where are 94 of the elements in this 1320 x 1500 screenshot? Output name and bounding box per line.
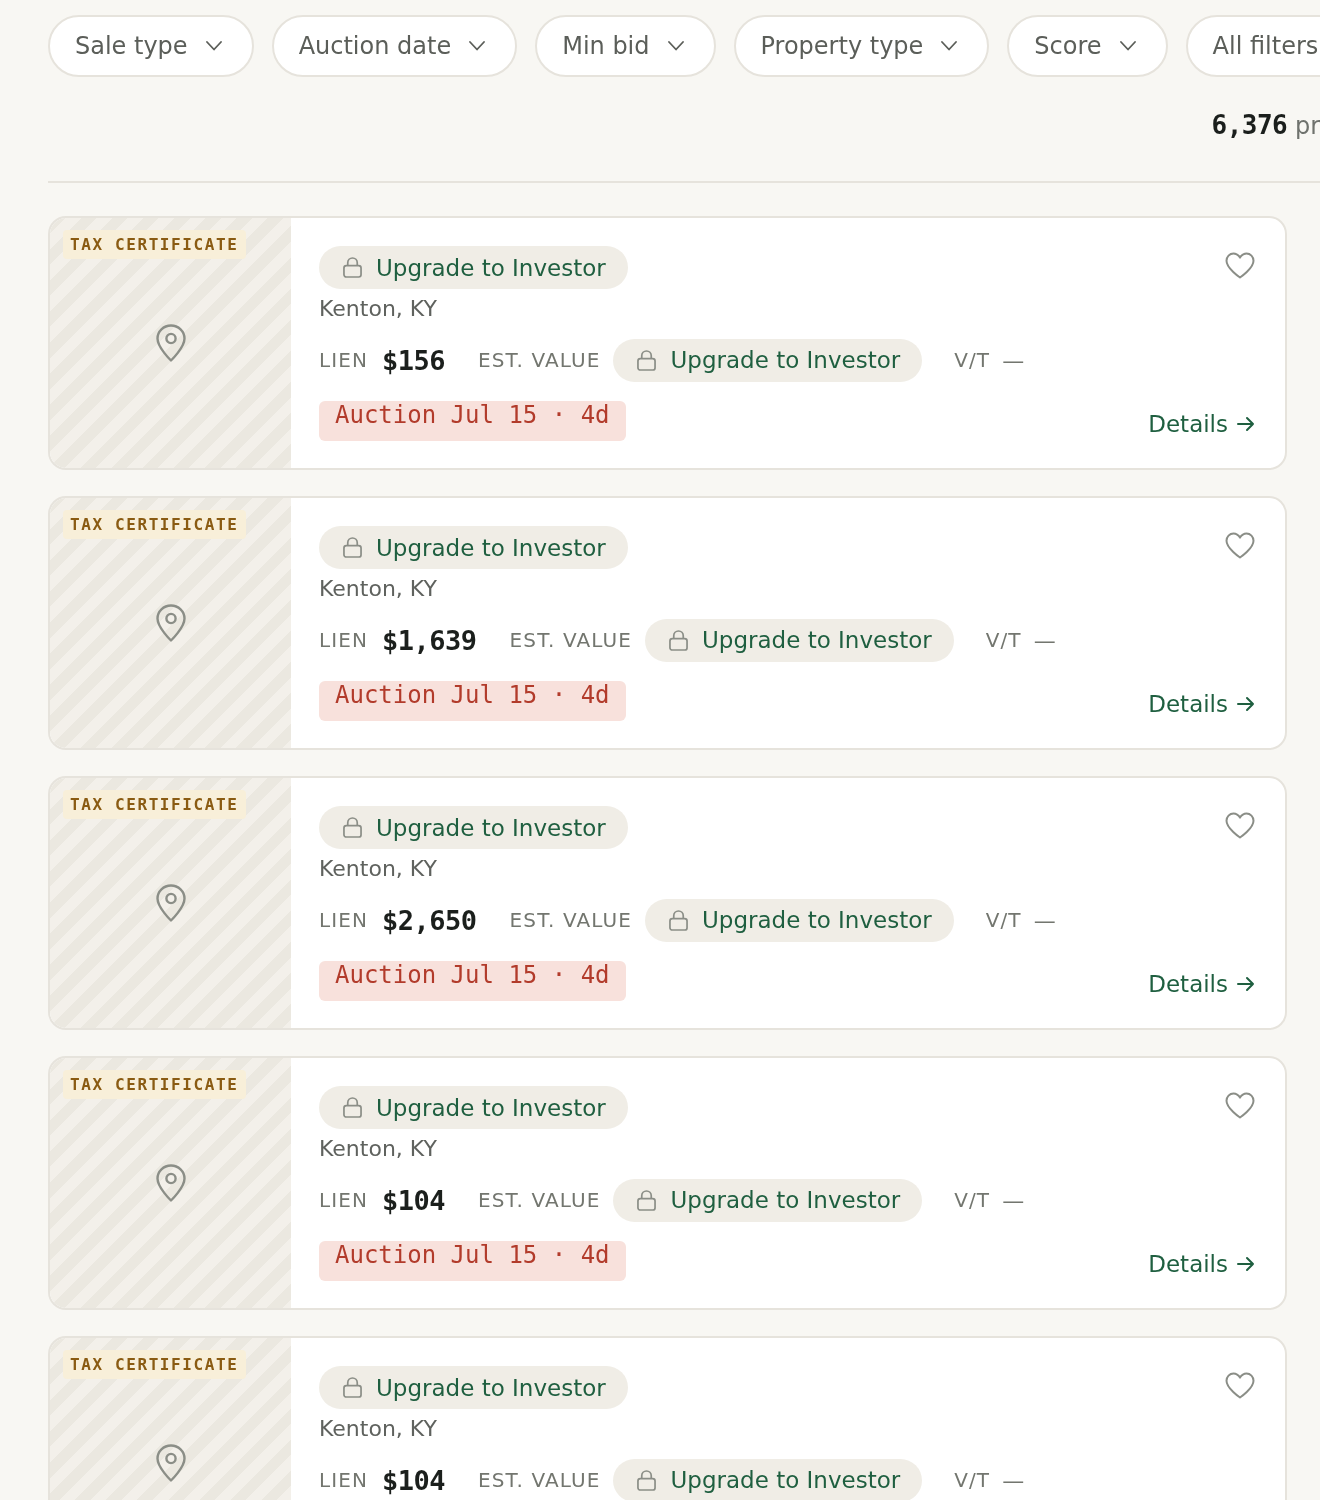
upgrade-button[interactable]: Upgrade to Investor — [613, 1178, 923, 1222]
vt-label: V/T — [985, 908, 1022, 932]
map-pin-icon — [155, 604, 186, 642]
arrow-right-icon — [1237, 976, 1255, 992]
arrow-right-icon — [1237, 696, 1255, 712]
lock-icon — [343, 817, 362, 838]
heart-icon — [1225, 532, 1255, 559]
sale-type-badge: TAX CERTIFICATE — [63, 1350, 246, 1379]
details-link[interactable]: Details — [1148, 691, 1255, 717]
location-text: Kenton, KY — [319, 1135, 437, 1163]
lien-amount: $156 — [382, 344, 446, 376]
location-text: Kenton, KY — [319, 295, 437, 323]
lock-icon — [343, 1377, 362, 1398]
auction-date-badge: Auction Jul 15 · 4d — [319, 681, 626, 721]
lien-amount: $104 — [382, 1464, 446, 1496]
upgrade-button[interactable]: Upgrade to Investor — [319, 1366, 628, 1409]
est-value-label: EST. VALUE — [509, 628, 632, 652]
vt-value: — — [1033, 907, 1056, 933]
upgrade-button[interactable]: Upgrade to Investor — [613, 1458, 923, 1500]
favorite-button[interactable] — [1225, 812, 1255, 839]
vt-label: V/T — [954, 1188, 991, 1212]
sale-type-badge: TAX CERTIFICATE — [63, 510, 246, 539]
heart-icon — [1225, 252, 1255, 279]
upgrade-button[interactable]: Upgrade to Investor — [319, 526, 628, 569]
chevron-down-icon — [469, 41, 486, 51]
favorite-button[interactable] — [1225, 1092, 1255, 1119]
lien-amount: $1,639 — [382, 624, 477, 656]
vt-value: — — [1033, 627, 1056, 653]
vt-label: V/T — [954, 348, 991, 372]
upgrade-button[interactable]: Upgrade to Investor — [613, 338, 923, 382]
est-value-label: EST. VALUE — [478, 1468, 601, 1492]
lock-icon — [343, 537, 362, 558]
lock-icon — [343, 1097, 362, 1118]
location-text: Kenton, KY — [319, 575, 437, 603]
vt-label: V/T — [985, 628, 1022, 652]
details-link[interactable]: Details — [1148, 971, 1255, 997]
chevron-down-icon — [941, 41, 958, 51]
location-text: Kenton, KY — [319, 1415, 437, 1443]
est-value-label: EST. VALUE — [478, 348, 601, 372]
result-count: 6,376 pr — [1211, 110, 1320, 140]
lock-icon — [669, 629, 688, 651]
lock-icon — [637, 349, 657, 371]
favorite-button[interactable] — [1225, 532, 1255, 559]
filter-dropdown[interactable]: Sale type — [48, 15, 254, 77]
lien-label: LIEN — [319, 628, 369, 652]
upgrade-button[interactable]: Upgrade to Investor — [319, 246, 628, 289]
lock-icon — [637, 1189, 657, 1211]
lien-amount: $104 — [382, 1184, 446, 1216]
map-pin-icon — [155, 884, 186, 922]
vt-value: — — [1002, 1187, 1025, 1213]
upgrade-button[interactable]: Upgrade to Investor — [319, 806, 628, 849]
heart-icon — [1225, 812, 1255, 839]
chevron-down-icon — [667, 41, 684, 51]
lien-label: LIEN — [319, 348, 369, 372]
favorite-button[interactable] — [1225, 252, 1255, 279]
map-pin-icon — [155, 1164, 186, 1202]
lock-icon — [343, 257, 362, 278]
auction-date-badge: Auction Jul 15 · 4d — [319, 1241, 626, 1281]
vt-label: V/T — [954, 1468, 991, 1492]
auction-date-badge: Auction Jul 15 · 4d — [319, 401, 626, 441]
arrow-right-icon — [1237, 1256, 1255, 1272]
heart-icon — [1225, 1092, 1255, 1119]
sale-type-badge: TAX CERTIFICATE — [63, 1070, 246, 1099]
vt-value: — — [1002, 347, 1025, 373]
chevron-down-icon — [1119, 41, 1136, 51]
chevron-down-icon — [205, 41, 222, 51]
details-link[interactable]: Details — [1148, 1251, 1255, 1277]
upgrade-button[interactable]: Upgrade to Investor — [645, 898, 954, 942]
filters-button[interactable]: All filters — [1185, 15, 1320, 77]
favorite-button[interactable] — [1225, 1372, 1255, 1399]
details-link[interactable]: Details — [1148, 411, 1255, 437]
filter-dropdown[interactable]: Min bid — [535, 15, 716, 77]
map-pin-icon — [155, 1444, 186, 1482]
sale-type-badge: TAX CERTIFICATE — [63, 790, 246, 819]
map-pin-icon — [155, 324, 186, 362]
lien-label: LIEN — [319, 1188, 369, 1212]
auction-date-badge: Auction Jul 15 · 4d — [319, 961, 626, 1001]
est-value-label: EST. VALUE — [509, 908, 632, 932]
est-value-label: EST. VALUE — [478, 1188, 601, 1212]
heart-icon — [1225, 1372, 1255, 1399]
upgrade-button[interactable]: Upgrade to Investor — [319, 1086, 628, 1129]
filter-dropdown[interactable]: Property type — [733, 15, 990, 77]
lock-icon — [637, 1469, 657, 1491]
filter-dropdown[interactable]: Auction date — [271, 15, 518, 77]
lien-amount: $2,650 — [382, 904, 477, 936]
lock-icon — [669, 909, 688, 931]
vt-value: — — [1002, 1467, 1025, 1493]
arrow-right-icon — [1237, 416, 1255, 432]
upgrade-button[interactable]: Upgrade to Investor — [645, 618, 954, 662]
lien-label: LIEN — [319, 1468, 369, 1492]
lien-label: LIEN — [319, 908, 369, 932]
filter-dropdown[interactable]: Score — [1007, 15, 1168, 77]
location-text: Kenton, KY — [319, 855, 437, 883]
sale-type-badge: TAX CERTIFICATE — [63, 230, 246, 259]
